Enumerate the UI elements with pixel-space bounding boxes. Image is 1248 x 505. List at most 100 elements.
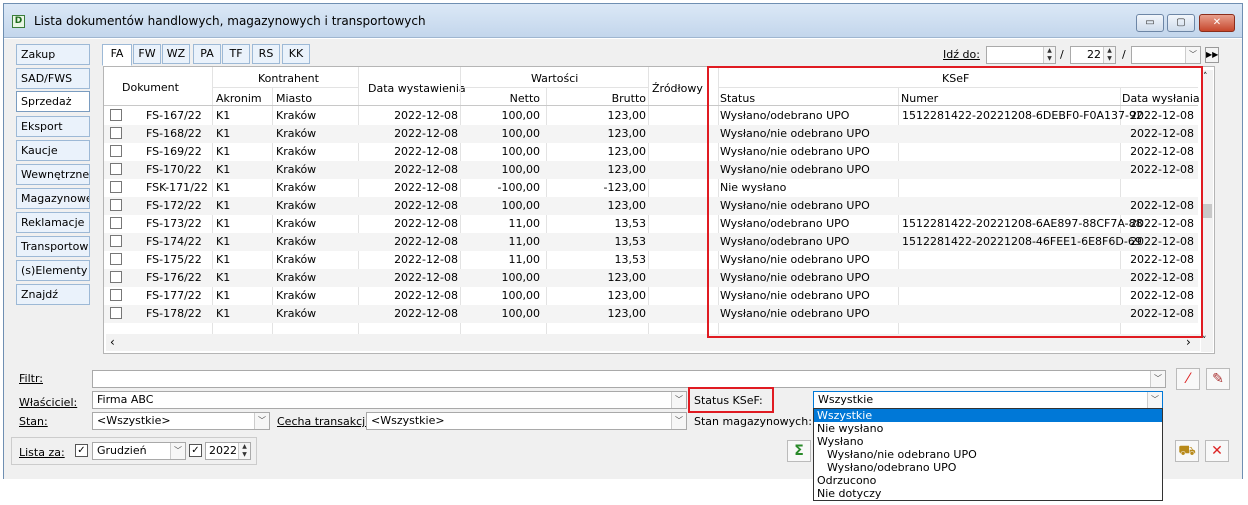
- vertical-scroll-thumb[interactable]: [1202, 204, 1212, 218]
- scroll-up-icon[interactable]: ˄: [1203, 72, 1208, 82]
- dropdown-option[interactable]: Wysłano/odebrano UPO: [814, 461, 1162, 474]
- tab-pa[interactable]: PA: [193, 44, 221, 64]
- chevron-down-icon[interactable]: ﹀: [1150, 371, 1165, 387]
- spinner-arrows-icon[interactable]: ▲ ▼: [1103, 47, 1115, 63]
- nav-item[interactable]: Eksport: [16, 116, 90, 137]
- chevron-down-icon[interactable]: ﹀: [671, 392, 686, 408]
- cell-miasto: Kraków: [276, 289, 317, 302]
- col-header-data-wystawienia[interactable]: Data wystawienia: [368, 82, 466, 95]
- row-checkbox[interactable]: [110, 253, 122, 265]
- row-checkbox[interactable]: [110, 271, 122, 283]
- filtr-input[interactable]: ﹀: [92, 370, 1166, 388]
- app-icon: D: [12, 15, 25, 28]
- wlasciciel-label: Właściciel:: [19, 396, 78, 409]
- row-checkbox[interactable]: [110, 235, 122, 247]
- sum-icon[interactable]: Σ: [787, 440, 811, 462]
- col-header-akronim[interactable]: Akronim: [216, 92, 262, 105]
- goto-year-select[interactable]: ﹀: [1131, 46, 1201, 64]
- minimize-button[interactable]: ▭: [1136, 14, 1164, 32]
- title-bar: D Lista dokumentów handlowych, magazynow…: [4, 4, 1242, 38]
- tab-kk[interactable]: KK: [282, 44, 310, 64]
- close-button[interactable]: ✕: [1199, 14, 1235, 32]
- cell-data-wystawienia: 2022-12-08: [394, 199, 458, 212]
- wlasciciel-select[interactable]: Firma ABC ﹀: [92, 391, 687, 409]
- goto-separator: /: [1060, 48, 1064, 61]
- stan-label: Stan:: [19, 415, 48, 428]
- tab-wz[interactable]: WZ: [162, 44, 190, 64]
- cell-data-wystawienia: 2022-12-08: [394, 253, 458, 266]
- maximize-button[interactable]: ▢: [1167, 14, 1195, 32]
- chevron-down-icon[interactable]: ﹀: [170, 443, 185, 459]
- col-header-miasto[interactable]: Miasto: [276, 92, 312, 105]
- cell-akronim: K1: [216, 271, 231, 284]
- scroll-left-icon[interactable]: ‹: [110, 335, 115, 349]
- nav-item[interactable]: Sprzedaż: [16, 91, 90, 112]
- cell-netto: 100,00: [501, 199, 541, 212]
- row-checkbox[interactable]: [110, 289, 122, 301]
- nav-item[interactable]: Reklamacje: [16, 212, 90, 233]
- cell-data-wystawienia: 2022-12-08: [394, 127, 458, 140]
- cell-dokument: FS-168/22: [146, 127, 202, 140]
- stan-select[interactable]: <Wszystkie> ﹀: [92, 412, 270, 430]
- dropdown-option[interactable]: Wysłano: [814, 435, 1162, 448]
- nav-item[interactable]: Zakup: [16, 44, 90, 65]
- filter-builder-icon[interactable]: ✎: [1206, 368, 1230, 390]
- col-header-wartosci[interactable]: Wartości: [531, 72, 578, 85]
- filtr-label: Filtr:: [19, 372, 43, 385]
- cell-data-wystawienia: 2022-12-08: [394, 307, 458, 320]
- nav-item[interactable]: Kaucje: [16, 140, 90, 161]
- tab-tf[interactable]: TF: [222, 44, 250, 64]
- row-checkbox[interactable]: [110, 127, 122, 139]
- year-spinner[interactable]: 2022 ▲ ▼: [205, 442, 251, 460]
- chevron-down-icon[interactable]: ﹀: [254, 413, 269, 429]
- dropdown-option[interactable]: Wysłano/nie odebrano UPO: [814, 448, 1162, 461]
- truck-icon[interactable]: ⛟: [1175, 440, 1199, 462]
- col-header-dokument[interactable]: Dokument: [122, 81, 179, 94]
- goto-day-spinner[interactable]: ▲ ▼: [986, 46, 1056, 64]
- nav-item[interactable]: Znajdź: [16, 284, 90, 305]
- goto-month-spinner[interactable]: 22 ▲ ▼: [1070, 46, 1116, 64]
- goto-next-icon[interactable]: ▶▶: [1205, 47, 1219, 63]
- row-checkbox[interactable]: [110, 145, 122, 157]
- col-header-zrodlowy[interactable]: Źródłowy: [652, 82, 703, 95]
- tab-fw[interactable]: FW: [133, 44, 161, 64]
- cell-miasto: Kraków: [276, 127, 317, 140]
- nav-item[interactable]: Wewnętrzne: [16, 164, 90, 185]
- row-checkbox[interactable]: [110, 307, 122, 319]
- cell-akronim: K1: [216, 199, 231, 212]
- clear-filter-icon[interactable]: ⁄: [1176, 368, 1200, 390]
- close-window-icon[interactable]: ✕: [1205, 440, 1229, 462]
- cecha-select[interactable]: <Wszystkie> ﹀: [366, 412, 687, 430]
- cell-dokument: FS-167/22: [146, 109, 202, 122]
- year-checkbox[interactable]: ✓: [189, 444, 202, 457]
- month-checkbox[interactable]: ✓: [75, 444, 88, 457]
- nav-item[interactable]: Transportowe: [16, 236, 90, 257]
- cell-netto: 11,00: [508, 253, 541, 266]
- dropdown-option[interactable]: Odrzucono: [814, 474, 1162, 487]
- nav-item[interactable]: Magazynowe: [16, 188, 90, 209]
- chevron-down-icon[interactable]: ﹀: [1147, 392, 1162, 408]
- tab-fa[interactable]: FA: [102, 44, 132, 66]
- chevron-down-icon[interactable]: ﹀: [671, 413, 686, 429]
- cell-miasto: Kraków: [276, 217, 317, 230]
- row-checkbox[interactable]: [110, 199, 122, 211]
- col-header-netto[interactable]: Netto: [460, 92, 540, 105]
- nav-item[interactable]: SAD/FWS: [16, 68, 90, 89]
- dropdown-option[interactable]: Wszystkie: [814, 409, 1162, 422]
- col-header-brutto[interactable]: Brutto: [546, 92, 646, 105]
- spinner-arrows-icon[interactable]: ▲ ▼: [1043, 47, 1055, 63]
- tab-rs[interactable]: RS: [252, 44, 280, 64]
- col-header-kontrahent[interactable]: Kontrahent: [258, 72, 319, 85]
- spinner-arrows-icon[interactable]: ▲ ▼: [238, 443, 250, 459]
- chevron-down-icon[interactable]: ﹀: [1185, 47, 1200, 63]
- status-ksef-dropdown-list[interactable]: Wszystkie Nie wysłano Wysłano Wysłano/nie o…: [813, 408, 1163, 501]
- status-ksef-select[interactable]: Wszystkie ﹀: [813, 391, 1163, 409]
- nav-item[interactable]: (s)Elementy: [16, 260, 90, 281]
- row-checkbox[interactable]: [110, 217, 122, 229]
- row-checkbox[interactable]: [110, 109, 122, 121]
- row-checkbox[interactable]: [110, 163, 122, 175]
- row-checkbox[interactable]: [110, 181, 122, 193]
- dropdown-option[interactable]: Nie wysłano: [814, 422, 1162, 435]
- month-select[interactable]: Grudzień ﹀: [92, 442, 186, 460]
- dropdown-option[interactable]: Nie dotyczy: [814, 487, 1162, 500]
